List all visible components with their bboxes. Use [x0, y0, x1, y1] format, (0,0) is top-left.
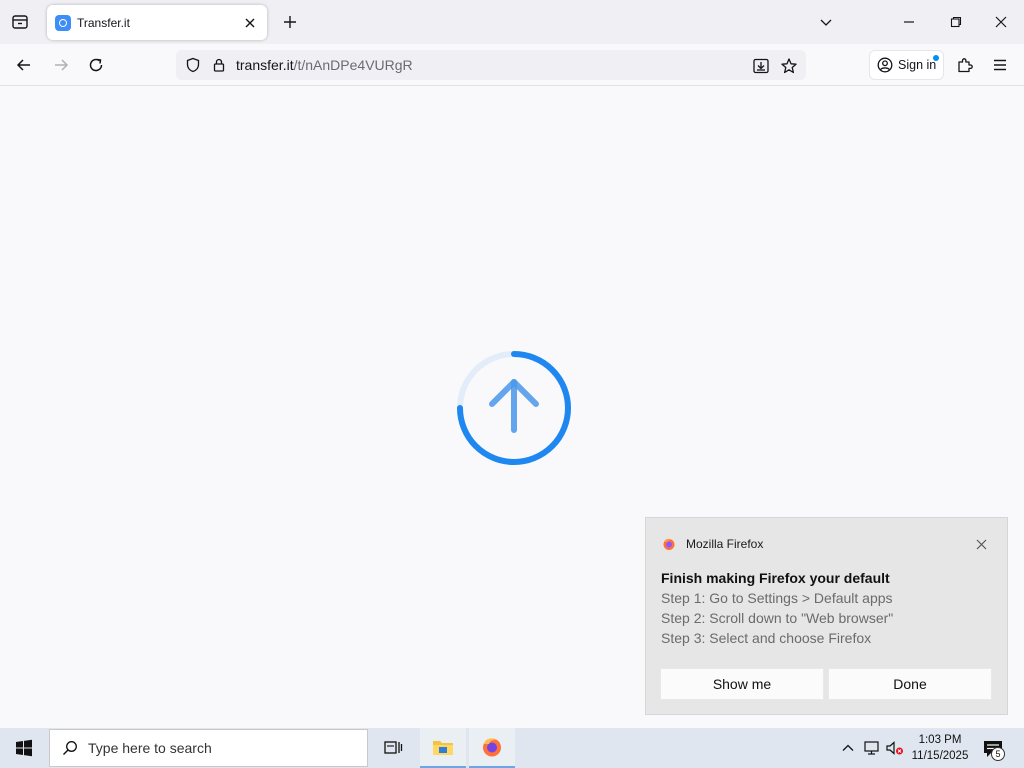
search-placeholder: Type here to search	[88, 740, 212, 756]
notification-close-icon[interactable]	[973, 536, 989, 552]
download-icon[interactable]	[751, 56, 771, 76]
transfer-favicon	[55, 14, 71, 31]
system-clock[interactable]: 1:03 PM 11/15/2025	[906, 732, 974, 764]
url-path: /t/nAnDPe4VURgR	[293, 57, 413, 73]
url-text[interactable]: transfer.it/t/nAnDPe4VURgR	[236, 57, 413, 73]
file-explorer-icon[interactable]	[420, 728, 466, 768]
default-browser-notification: Mozilla Firefox Finish making Firefox yo…	[645, 517, 1008, 715]
arrow-left-icon[interactable]	[12, 53, 36, 77]
sign-in-button[interactable]: Sign in	[869, 50, 944, 80]
tab-strip: Transfer.it	[0, 0, 1024, 44]
reload-icon[interactable]	[84, 53, 108, 77]
notification-app-name: Mozilla Firefox	[686, 537, 764, 551]
tab-close-icon[interactable]	[241, 14, 259, 32]
done-button[interactable]: Done	[828, 668, 992, 700]
windows-start-icon[interactable]	[0, 728, 48, 768]
url-domain: transfer.it	[236, 57, 294, 73]
search-icon	[63, 741, 77, 755]
tab-transfer[interactable]: Transfer.it	[47, 5, 267, 40]
clock-time: 1:03 PM	[918, 734, 962, 746]
show-me-button[interactable]: Show me	[660, 668, 824, 700]
clock-date: 11/15/2025	[911, 750, 969, 762]
attention-dot	[933, 55, 939, 61]
account-icon	[877, 57, 893, 73]
new-tab-icon[interactable]	[279, 11, 301, 33]
taskbar-search-box[interactable]: Type here to search	[49, 729, 368, 767]
restore-icon[interactable]	[944, 10, 968, 34]
chevron-down-icon[interactable]	[814, 10, 838, 34]
shield-icon[interactable]	[184, 56, 202, 74]
notification-step-2: Step 2: Scroll down to "Web browser"	[661, 610, 894, 626]
firefox-taskbar-icon[interactable]	[469, 728, 515, 768]
puzzle-icon[interactable]	[953, 53, 977, 77]
navigation-toolbar: transfer.it/t/nAnDPe4VURgR Sign in	[0, 44, 1024, 86]
notification-step-1: Step 1: Go to Settings > Default apps	[661, 590, 893, 606]
close-window-icon[interactable]	[989, 10, 1013, 34]
volume-muted-icon[interactable]	[885, 738, 905, 758]
taskbar: Type here to search 1:03 PM 11/15/2025 5	[0, 728, 1024, 768]
hamburger-icon[interactable]	[988, 53, 1012, 77]
tab-title: Transfer.it	[77, 15, 130, 30]
network-icon[interactable]	[862, 738, 882, 758]
lock-icon[interactable]	[210, 56, 228, 74]
notification-title: Finish making Firefox your default	[661, 570, 890, 586]
chevron-up-icon[interactable]	[838, 738, 858, 758]
notification-count-badge: 5	[991, 747, 1005, 761]
notification-header: Mozilla Firefox	[662, 537, 763, 551]
url-bar[interactable]: transfer.it/t/nAnDPe4VURgR	[176, 50, 806, 80]
sign-in-label: Sign in	[898, 58, 937, 72]
notification-step-3: Step 3: Select and choose Firefox	[661, 630, 872, 646]
firefox-icon	[663, 538, 675, 550]
upload-arrow-icon	[457, 351, 571, 465]
task-view-icon[interactable]	[370, 728, 416, 768]
star-icon[interactable]	[779, 56, 799, 76]
minimize-icon[interactable]	[897, 10, 921, 34]
arrow-right-icon[interactable]	[49, 53, 73, 77]
tab-list-icon[interactable]	[8, 10, 32, 34]
action-center-icon[interactable]: 5	[980, 736, 1006, 762]
